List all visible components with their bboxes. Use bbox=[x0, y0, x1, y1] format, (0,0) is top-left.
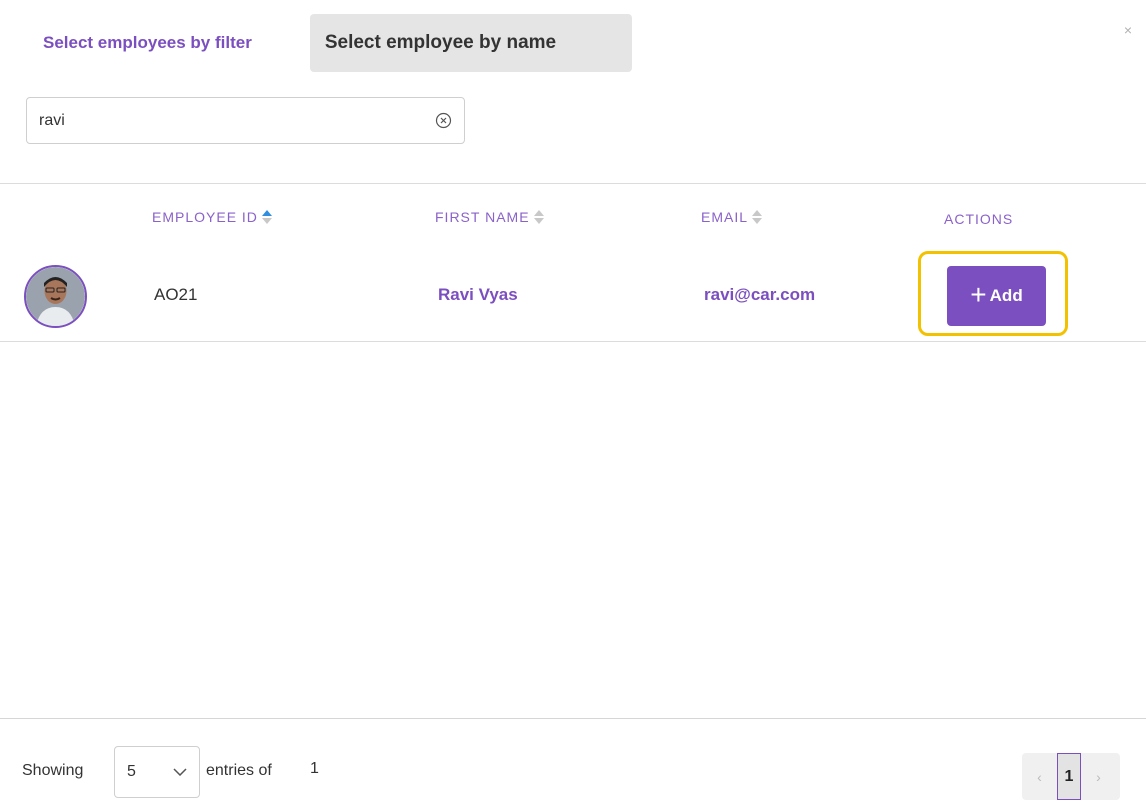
column-header-employee-id[interactable]: EMPLOYEE ID bbox=[152, 209, 272, 225]
previous-page-button[interactable]: ‹ bbox=[1022, 753, 1057, 800]
tab-select-by-filter[interactable]: Select employees by filter bbox=[24, 14, 270, 72]
search-field bbox=[26, 97, 465, 144]
page-size-value: 5 bbox=[127, 763, 136, 780]
next-page-button[interactable]: › bbox=[1081, 753, 1116, 800]
sort-ascending-icon[interactable] bbox=[261, 210, 272, 224]
column-header-email[interactable]: EMAIL bbox=[701, 209, 763, 225]
pagination: ‹ 1 › bbox=[1022, 753, 1120, 800]
cell-employee-id: AO21 bbox=[154, 285, 198, 304]
chevron-down-icon bbox=[173, 768, 187, 776]
divider bbox=[0, 183, 1146, 184]
clear-search-icon[interactable] bbox=[434, 112, 452, 130]
sort-icon[interactable] bbox=[533, 210, 544, 224]
page-size-select[interactable]: 5 bbox=[114, 746, 200, 798]
total-count: 1 bbox=[310, 760, 319, 777]
column-header-label: EMAIL bbox=[701, 209, 749, 225]
add-employee-button[interactable]: + Add bbox=[947, 266, 1046, 326]
cell-email[interactable]: ravi@car.com bbox=[704, 285, 815, 305]
tab-bar: Select employees by filter Select employ… bbox=[24, 14, 632, 72]
search-input[interactable] bbox=[39, 111, 434, 130]
tab-select-by-name[interactable]: Select employee by name bbox=[309, 14, 632, 72]
cell-first-name[interactable]: Ravi Vyas bbox=[438, 285, 518, 305]
divider bbox=[0, 718, 1146, 719]
plus-icon: + bbox=[970, 279, 987, 310]
entries-label: entries of bbox=[206, 762, 272, 779]
showing-label: Showing bbox=[22, 762, 84, 779]
sort-icon[interactable] bbox=[752, 210, 763, 224]
column-header-first-name[interactable]: FIRST NAME bbox=[435, 209, 544, 225]
add-button-label: Add bbox=[989, 286, 1023, 305]
close-icon[interactable]: × bbox=[1124, 22, 1132, 38]
avatar bbox=[24, 265, 87, 328]
column-header-label: ACTIONS bbox=[944, 211, 1014, 227]
column-header-label: FIRST NAME bbox=[435, 209, 530, 225]
divider bbox=[0, 341, 1146, 342]
column-header-actions: ACTIONS bbox=[944, 211, 1013, 227]
page-number-button[interactable]: 1 bbox=[1057, 753, 1081, 800]
column-header-label: EMPLOYEE ID bbox=[152, 209, 258, 225]
